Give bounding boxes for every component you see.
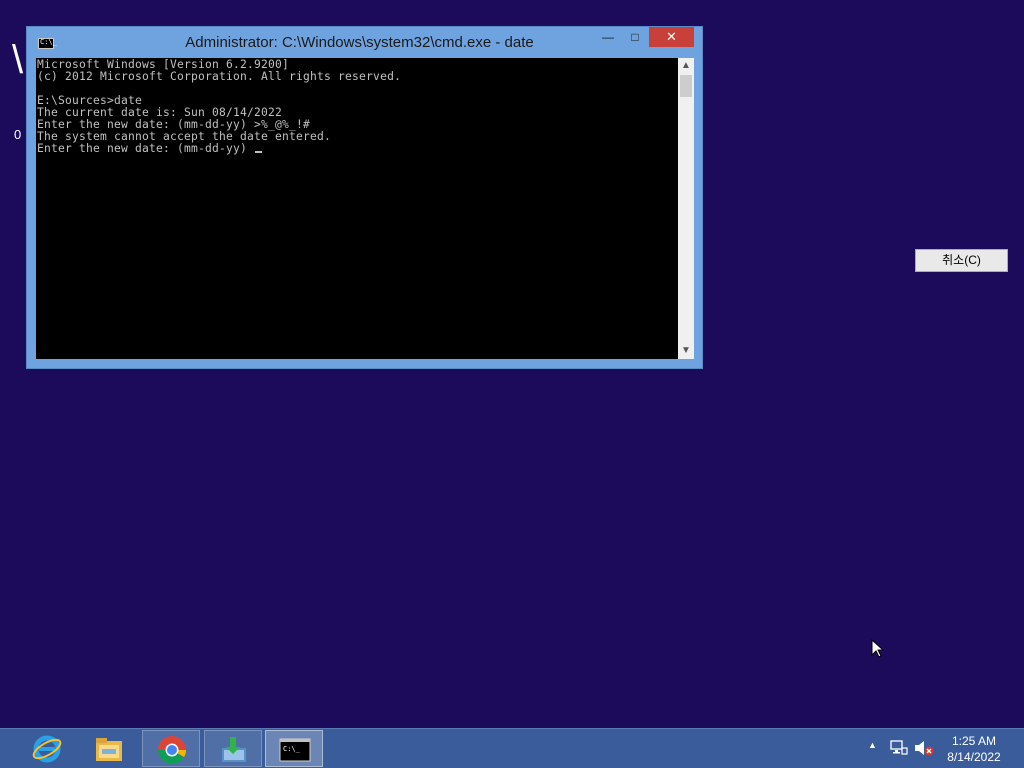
prompt-text: Enter the new date: (mm-dd-yy) [37,142,255,155]
taskbar-internet-explorer[interactable] [18,730,76,767]
network-icon[interactable] [890,740,908,756]
minimize-button[interactable]: — [595,27,621,47]
cancel-button[interactable]: 취소(C) [915,249,1008,272]
command-prompt-icon: C:\_ [279,738,311,762]
volume-muted-icon[interactable] [914,740,934,756]
console-prompt-line[interactable]: Enter the new date: (mm-dd-yy) [37,142,263,155]
download-installer-icon [222,737,246,762]
scroll-down-icon[interactable]: ▼ [678,343,694,359]
internet-explorer-icon [32,735,62,763]
folder-icon [96,738,122,761]
taskbar-file-explorer[interactable] [80,730,138,767]
taskbar-chrome[interactable] [142,730,200,767]
background-text-fragment: \ [12,38,24,82]
chrome-icon [158,736,186,764]
console-line: (c) 2012 Microsoft Corporation. All righ… [37,70,402,83]
close-button[interactable]: ✕ [649,27,694,47]
show-hidden-icons-chevron[interactable]: ▲ [868,740,877,750]
taskbar-command-prompt[interactable]: C:\_ [265,730,323,767]
cmd-titlebar[interactable]: C:\_ Administrator: C:\Windows\system32\… [27,27,702,57]
cmd-window[interactable]: C:\_ Administrator: C:\Windows\system32\… [26,26,703,369]
taskbar-installer-app[interactable] [204,730,262,767]
console-output[interactable]: Microsoft Windows [Version 6.2.9200] (c)… [36,58,678,359]
clock-date: 8/14/2022 [947,750,1001,764]
scroll-thumb[interactable] [680,75,692,97]
mouse-pointer-icon [871,639,885,658]
background-text-fragment-2: 0 [14,127,22,142]
window-title: Administrator: C:\Windows\system32\cmd.e… [185,34,534,51]
maximize-button[interactable]: □ [622,27,648,47]
cmd-app-icon[interactable]: C:\_ [38,38,57,49]
vertical-scrollbar[interactable]: ▲ ▼ [678,58,694,359]
svg-text:C:\_: C:\_ [283,745,301,753]
system-clock[interactable]: 1:25 AM 8/14/2022 [938,733,1010,765]
text-cursor [255,151,263,153]
scroll-up-icon[interactable]: ▲ [678,58,694,74]
clock-time: 1:25 AM [951,734,997,748]
